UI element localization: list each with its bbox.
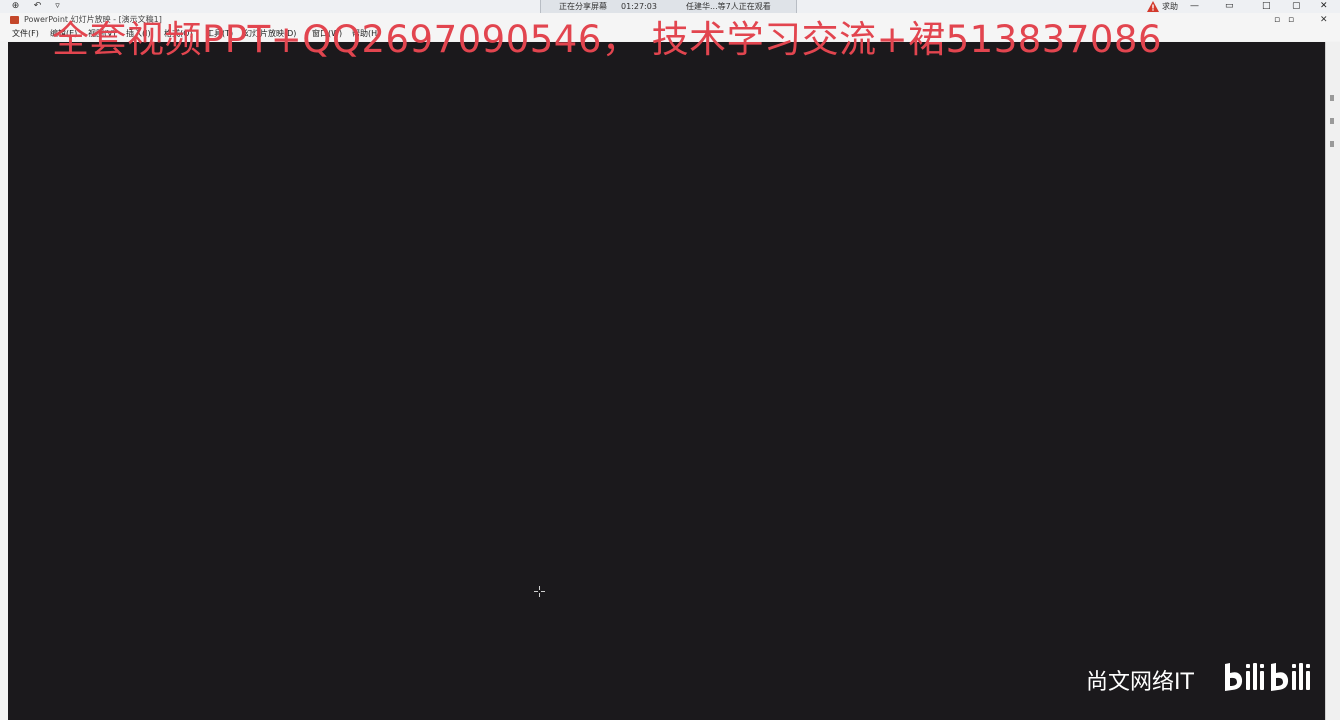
back-icon[interactable]: ↶ xyxy=(32,1,43,12)
bilibili-logo-icon xyxy=(1225,663,1310,691)
powerpoint-icon xyxy=(10,16,19,24)
settings-icon[interactable]: ⊕ xyxy=(10,1,21,12)
window-icon[interactable]: ▢ xyxy=(1292,0,1301,13)
rail-marker xyxy=(1330,95,1334,101)
minimize-icon[interactable]: — xyxy=(1190,0,1199,13)
window-restore-icon[interactable]: ▫ xyxy=(1288,13,1294,27)
chat-icon[interactable]: □ xyxy=(1262,0,1271,13)
meeting-share-bar: ⊕ ↶ ▿ 正在分享屏幕 01:27:03 任建华...等7人正在观看 求助 —… xyxy=(0,0,1340,14)
watermark-text: 全套视频PPT+QQ2697090546， 技术学习交流+裙513837086 xyxy=(52,18,1163,61)
rail-marker xyxy=(1330,118,1334,124)
share-status-panel: 正在分享屏幕 01:27:03 任建华...等7人正在观看 xyxy=(540,0,797,13)
share-timer: 01:27:03 xyxy=(621,2,657,11)
dropdown-icon[interactable]: ▿ xyxy=(52,1,63,12)
viewers-text[interactable]: 任建华...等7人正在观看 xyxy=(686,0,771,13)
window-close-icon[interactable]: ✕ xyxy=(1320,13,1328,27)
close-icon[interactable]: ✕ xyxy=(1320,0,1328,13)
help-label[interactable]: 求助 xyxy=(1162,0,1178,13)
rail-marker xyxy=(1330,141,1334,147)
share-status-text: 正在分享屏幕 xyxy=(559,2,607,11)
restore-icon[interactable]: ▭ xyxy=(1225,0,1234,13)
window-minimize-icon[interactable]: ▫ xyxy=(1274,13,1280,27)
warning-icon[interactable] xyxy=(1147,1,1159,12)
channel-name: 尚文网络IT xyxy=(1086,670,1194,695)
crosshair-cursor-icon xyxy=(534,586,545,597)
menu-item-file[interactable]: 文件(F) xyxy=(12,27,39,41)
slideshow-stage[interactable] xyxy=(8,42,1325,720)
